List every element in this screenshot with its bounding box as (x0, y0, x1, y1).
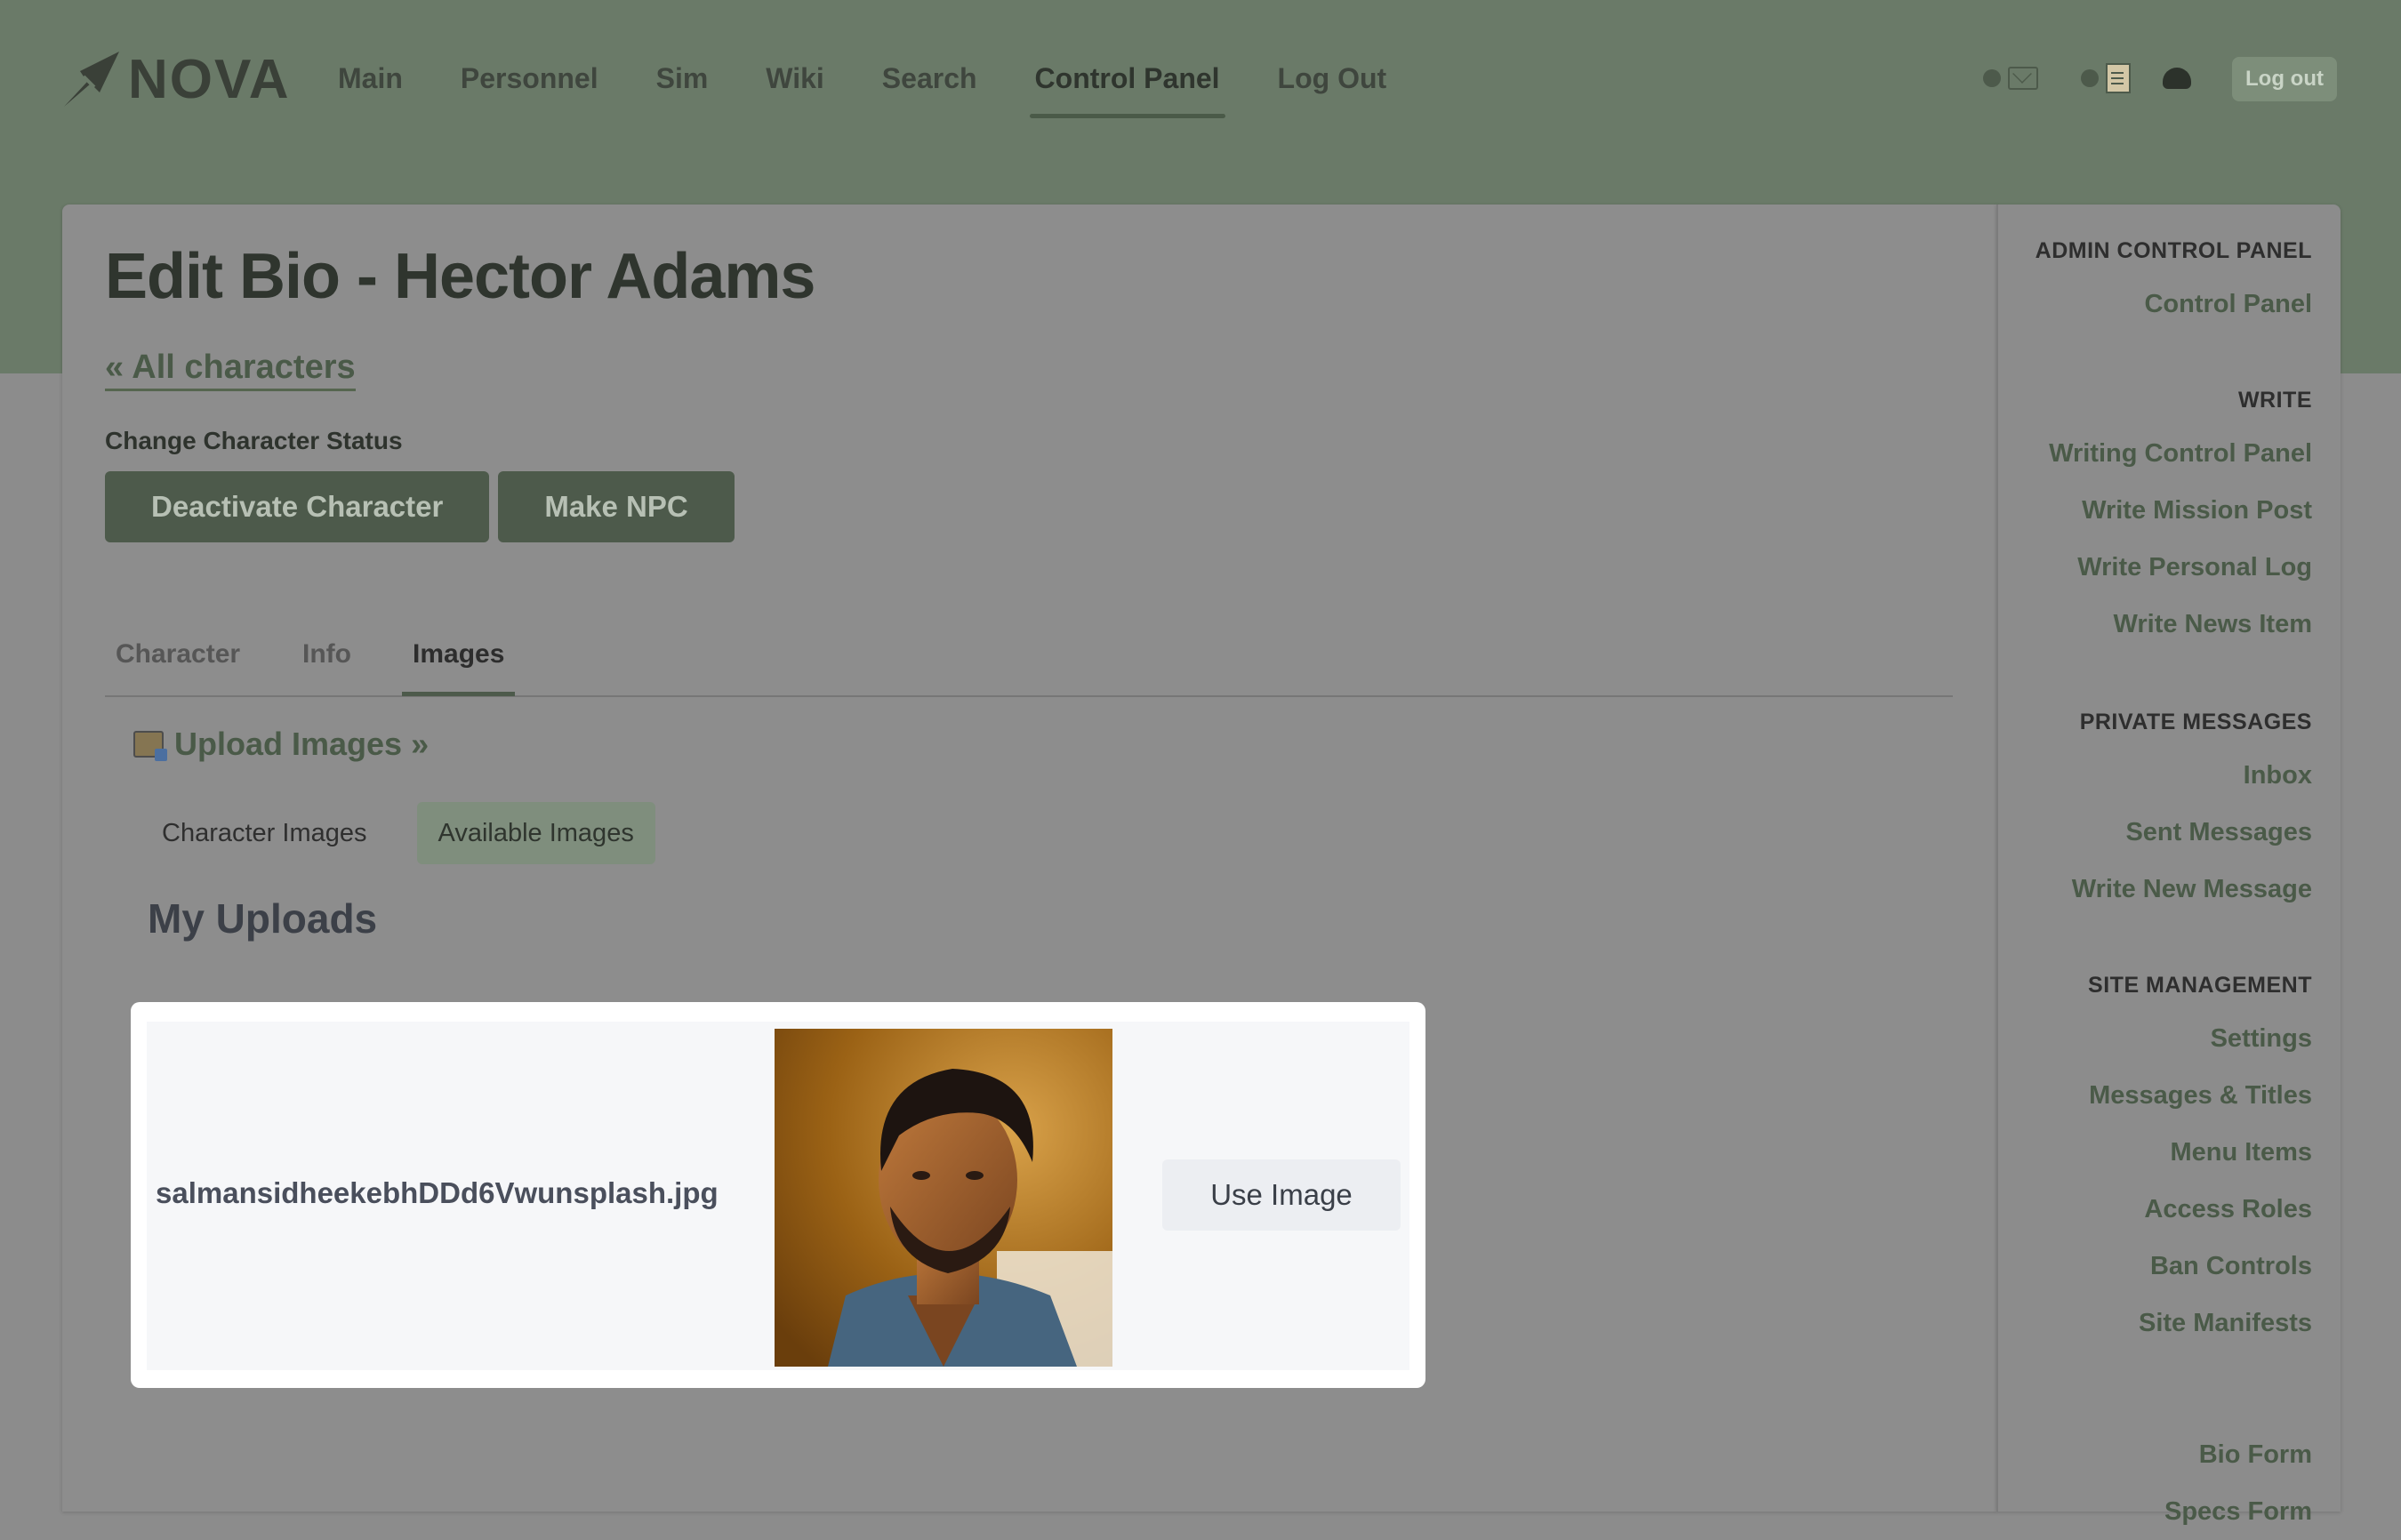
tab-images[interactable]: Images (401, 614, 516, 696)
use-image-button[interactable]: Use Image (1162, 1159, 1401, 1231)
envelope-icon[interactable] (2008, 67, 2038, 90)
make-npc-button[interactable]: Make NPC (498, 471, 735, 542)
notepad-icon[interactable] (2106, 63, 2131, 93)
nav-personnel[interactable]: Personnel (461, 53, 598, 103)
sidebar-section-forms: Bio Form Specs Form (2164, 1426, 2312, 1540)
sidebar-item-access-roles[interactable]: Access Roles (2088, 1181, 2312, 1238)
sidebar-section-write: WRITE Writing Control Panel Write Missio… (2049, 375, 2312, 653)
deactivate-character-button[interactable]: Deactivate Character (105, 471, 490, 542)
sidebar-heading-admin: ADMIN CONTROL PANEL (2035, 238, 2312, 263)
page-title: Edit Bio - Hector Adams (105, 241, 815, 312)
admin-sidebar: ADMIN CONTROL PANEL Control Panel WRITE … (1996, 205, 2341, 1526)
upload-card: salmansidheekebhDDd6Vwunsplash.jpg Use I… (131, 1002, 1425, 1388)
sidebar-item-menu-items[interactable]: Menu Items (2088, 1124, 2312, 1181)
upload-row: salmansidheekebhDDd6Vwunsplash.jpg Use I… (147, 1022, 1409, 1370)
nav-wiki[interactable]: Wiki (766, 53, 824, 103)
my-uploads-heading: My Uploads (148, 895, 378, 942)
top-navigation: NOVA Main Personnel Sim Wiki Search Cont… (0, 0, 2401, 156)
status-label: Change Character Status (105, 427, 403, 454)
portrait-photo (775, 1029, 1112, 1367)
bio-tabs: Character Info Images (105, 614, 1953, 697)
sidebar-heading-site-management: SITE MANAGEMENT (2088, 973, 2312, 998)
sidebar-section-admin: ADMIN CONTROL PANEL Control Panel (2036, 226, 2312, 333)
sidebar-item-inbox[interactable]: Inbox (2072, 747, 2312, 804)
sidebar-item-writing-control-panel[interactable]: Writing Control Panel (2049, 425, 2312, 482)
sidebar-item-specs-form[interactable]: Specs Form (2164, 1483, 2312, 1540)
logo-text: NOVA (128, 48, 291, 110)
sidebar-item-write-personal-log[interactable]: Write Personal Log (2049, 539, 2312, 596)
user-icons (1983, 59, 2191, 98)
tab-info[interactable]: Info (302, 614, 351, 695)
sidebar-item-bio-form[interactable]: Bio Form (2164, 1426, 2312, 1483)
helmet-icon[interactable] (2163, 68, 2191, 89)
sidebar-section-messages: PRIVATE MESSAGES Inbox Sent Messages Wri… (2072, 697, 2312, 918)
sidebar-item-messages-titles[interactable]: Messages & Titles (2088, 1067, 2312, 1124)
upload-images-link[interactable]: Upload Images » (133, 726, 429, 763)
upload-filename: salmansidheekebhDDd6Vwunsplash.jpg (156, 1176, 719, 1209)
nav-sim[interactable]: Sim (656, 53, 709, 103)
sidebar-item-settings[interactable]: Settings (2088, 1010, 2312, 1067)
sidebar-item-write-mission-post[interactable]: Write Mission Post (2049, 482, 2312, 539)
nav-log-out[interactable]: Log Out (1278, 53, 1387, 103)
main-nav: Main Personnel Sim Wiki Search Control P… (338, 53, 1444, 118)
sidebar-heading-messages: PRIVATE MESSAGES (2079, 710, 2312, 734)
image-upload-icon (133, 731, 167, 761)
sidebar-item-write-new-message[interactable]: Write New Message (2072, 861, 2312, 918)
upload-images-label: Upload Images » (174, 726, 430, 762)
sidebar-item-sent-messages[interactable]: Sent Messages (2072, 804, 2312, 861)
status-buttons: Deactivate Character Make NPC (105, 471, 743, 542)
status-dot-icon (1983, 69, 2001, 87)
all-characters-link[interactable]: « All characters (105, 349, 356, 391)
starship-icon (64, 52, 119, 107)
main-panel: Edit Bio - Hector Adams « All characters… (62, 205, 1996, 1512)
nav-control-panel[interactable]: Control Panel (1029, 53, 1225, 118)
tab-character[interactable]: Character (116, 614, 240, 695)
status-dot-icon (2081, 69, 2099, 87)
sidebar-section-site-management: SITE MANAGEMENT Settings Messages & Titl… (2088, 960, 2312, 1352)
subtab-character-images[interactable]: Character Images (141, 802, 389, 864)
nav-search[interactable]: Search (882, 53, 977, 103)
logout-button[interactable]: Log out (2232, 57, 2337, 101)
nova-logo[interactable]: NOVA (60, 48, 291, 110)
sidebar-item-write-news-item[interactable]: Write News Item (2049, 596, 2312, 653)
nav-main[interactable]: Main (338, 53, 403, 103)
sidebar-item-ban-controls[interactable]: Ban Controls (2088, 1238, 2312, 1295)
sidebar-item-control-panel[interactable]: Control Panel (2036, 276, 2312, 333)
subtab-available-images[interactable]: Available Images (416, 802, 655, 864)
image-subtabs: Character Images Available Images (141, 802, 655, 864)
sidebar-item-site-manifests[interactable]: Site Manifests (2088, 1295, 2312, 1352)
sidebar-heading-write: WRITE (2237, 388, 2312, 413)
